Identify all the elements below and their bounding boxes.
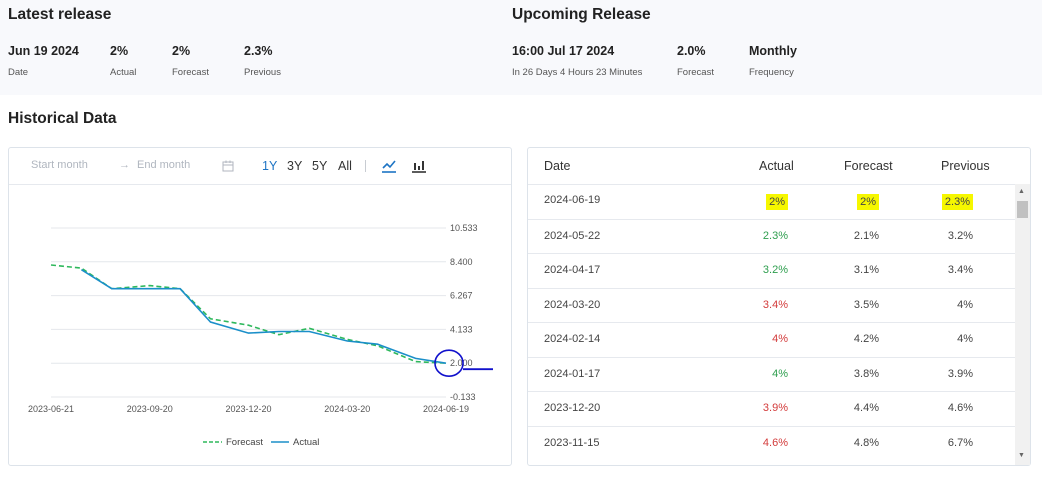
table-row[interactable]: 2024-03-20 3.4% 3.5% 4% (528, 287, 1016, 323)
cell-previous: 3.9% (947, 367, 973, 380)
table-row[interactable]: 2024-05-22 2.3% 2.1% 3.2% (528, 218, 1016, 254)
cell-actual: 3.9% (762, 402, 788, 414)
upcoming-forecast-label: Forecast (677, 67, 714, 78)
cell-forecast: 3.8% (853, 367, 879, 380)
latest-forecast-value: 2% (172, 44, 191, 58)
actual-series-line (80, 269, 447, 364)
table-row[interactable]: 2023-11-15 4.6% 4.8% 6.7% (528, 425, 1016, 461)
latest-actual-value: 2% (110, 44, 129, 58)
historical-data-title: Historical Data (8, 110, 117, 127)
cell-previous: 4% (957, 298, 973, 311)
column-header-date[interactable]: Date (544, 159, 570, 173)
table-scrollbar[interactable]: ▲ ▼ (1015, 184, 1030, 465)
latest-actual-label: Actual (110, 67, 137, 78)
cell-actual: 4.6% (762, 436, 788, 449)
latest-previous-label: Previous (244, 67, 281, 78)
upcoming-frequency-value: Monthly (749, 44, 797, 58)
cell-date: 2023-11-15 (544, 436, 600, 449)
x-tick-label: 2024-06-19 (423, 404, 469, 414)
cell-actual: 3.2% (762, 264, 788, 276)
cell-previous: 3.4% (947, 264, 973, 276)
cell-actual: 2.3% (762, 229, 788, 242)
latest-previous-value: 2.3% (244, 44, 273, 58)
cell-previous: 6.7% (947, 436, 973, 449)
start-month-input[interactable]: Start month (31, 159, 88, 171)
chart-legend: Forecast Actual (203, 437, 319, 448)
column-header-actual[interactable]: Actual (759, 159, 794, 173)
column-header-forecast[interactable]: Forecast (844, 159, 893, 173)
x-tick-label: 2023-12-20 (225, 404, 271, 414)
upcoming-countdown-label: In 26 Days 4 Hours 23 Minutes (512, 67, 643, 78)
line-chart-icon[interactable] (381, 158, 397, 174)
x-tick-label: 2023-06-21 (28, 404, 74, 414)
latest-release-title: Latest release (8, 6, 112, 23)
y-tick-label: 8.400 (450, 257, 473, 267)
bar-chart-icon[interactable] (411, 158, 427, 174)
y-tick-label: -0.133 (450, 392, 476, 402)
cell-forecast: 2% (857, 194, 879, 210)
cell-actual: 3.4% (762, 298, 788, 311)
range-button-5y[interactable]: 5Y (312, 159, 327, 173)
cell-date: 2024-05-22 (544, 229, 601, 242)
latest-forecast-label: Forecast (172, 67, 209, 78)
range-button-all[interactable]: All (338, 159, 352, 173)
table-row[interactable]: 2024-02-14 4% 4.2% 4% (528, 322, 1016, 357)
chart-panel: Start month → End month 1Y 3Y 5Y All 10.… (8, 147, 512, 466)
cell-date: 2024-03-20 (544, 298, 601, 311)
cell-forecast: 3.1% (853, 264, 879, 276)
end-month-input[interactable]: End month (137, 159, 190, 171)
scroll-down-arrow-icon[interactable]: ▼ (1018, 452, 1025, 459)
toolbar-divider (365, 160, 366, 172)
cell-date: 2024-02-14 (544, 333, 601, 345)
upcoming-release-title: Upcoming Release (512, 6, 651, 23)
cell-actual: 4% (772, 367, 788, 380)
cell-previous: 4.6% (947, 402, 973, 414)
legend-forecast-label[interactable]: Forecast (226, 437, 263, 448)
cell-actual: 2% (766, 194, 788, 210)
table-header: Date Actual Forecast Previous (528, 148, 1030, 185)
range-button-3y[interactable]: 3Y (287, 159, 302, 173)
cell-forecast: 4.4% (853, 402, 879, 414)
cell-forecast: 4.2% (853, 333, 879, 345)
column-header-previous[interactable]: Previous (941, 159, 990, 173)
y-tick-label: 10.533 (450, 223, 478, 233)
latest-date-value: Jun 19 2024 (8, 44, 79, 58)
upcoming-frequency-label: Frequency (749, 67, 794, 78)
arrow-right-icon: → (119, 159, 130, 171)
historical-line-chart: 10.533 8.400 6.267 4.133 2.000 -0.133 2023-06… (28, 223, 493, 448)
y-tick-label: 4.133 (450, 324, 473, 334)
x-tick-label: 2024-03-20 (324, 404, 370, 414)
latest-date-label: Date (8, 67, 29, 78)
cell-forecast: 4.8% (853, 436, 879, 449)
cell-date: 2023-12-20 (544, 402, 601, 414)
historical-table-panel: Date Actual Forecast Previous 2024-06-19… (527, 147, 1031, 466)
cell-actual: 4% (772, 333, 788, 345)
range-button-1y[interactable]: 1Y (262, 159, 277, 173)
cell-date: 2024-06-19 (544, 194, 601, 206)
cell-previous: 4% (957, 333, 973, 345)
legend-actual-label[interactable]: Actual (293, 437, 319, 448)
y-tick-label: 2.000 (450, 358, 473, 368)
cell-previous: 2.3% (941, 194, 973, 210)
cell-date: 2024-04-17 (544, 264, 601, 276)
cell-forecast: 2.1% (853, 229, 879, 242)
table-row[interactable]: 2023-12-20 3.9% 4.4% 4.6% (528, 391, 1016, 426)
x-tick-label: 2023-09-20 (127, 404, 173, 414)
y-tick-label: 6.267 (450, 291, 473, 301)
table-row[interactable]: 2024-01-17 4% 3.8% 3.9% (528, 356, 1016, 392)
table-row[interactable]: 2024-06-19 2% 2% 2.3% (528, 184, 1016, 219)
cell-forecast: 3.5% (853, 298, 879, 311)
upcoming-forecast-value: 2.0% (677, 44, 706, 58)
cell-date: 2024-01-17 (544, 367, 601, 380)
table-row[interactable]: 2024-04-17 3.2% 3.1% 3.4% (528, 253, 1016, 288)
scrollbar-thumb[interactable] (1017, 201, 1028, 218)
scroll-up-arrow-icon[interactable]: ▲ (1018, 188, 1025, 195)
upcoming-time-value: 16:00 Jul 17 2024 (512, 44, 615, 58)
cell-previous: 3.2% (947, 229, 973, 242)
calendar-icon[interactable] (222, 160, 234, 172)
